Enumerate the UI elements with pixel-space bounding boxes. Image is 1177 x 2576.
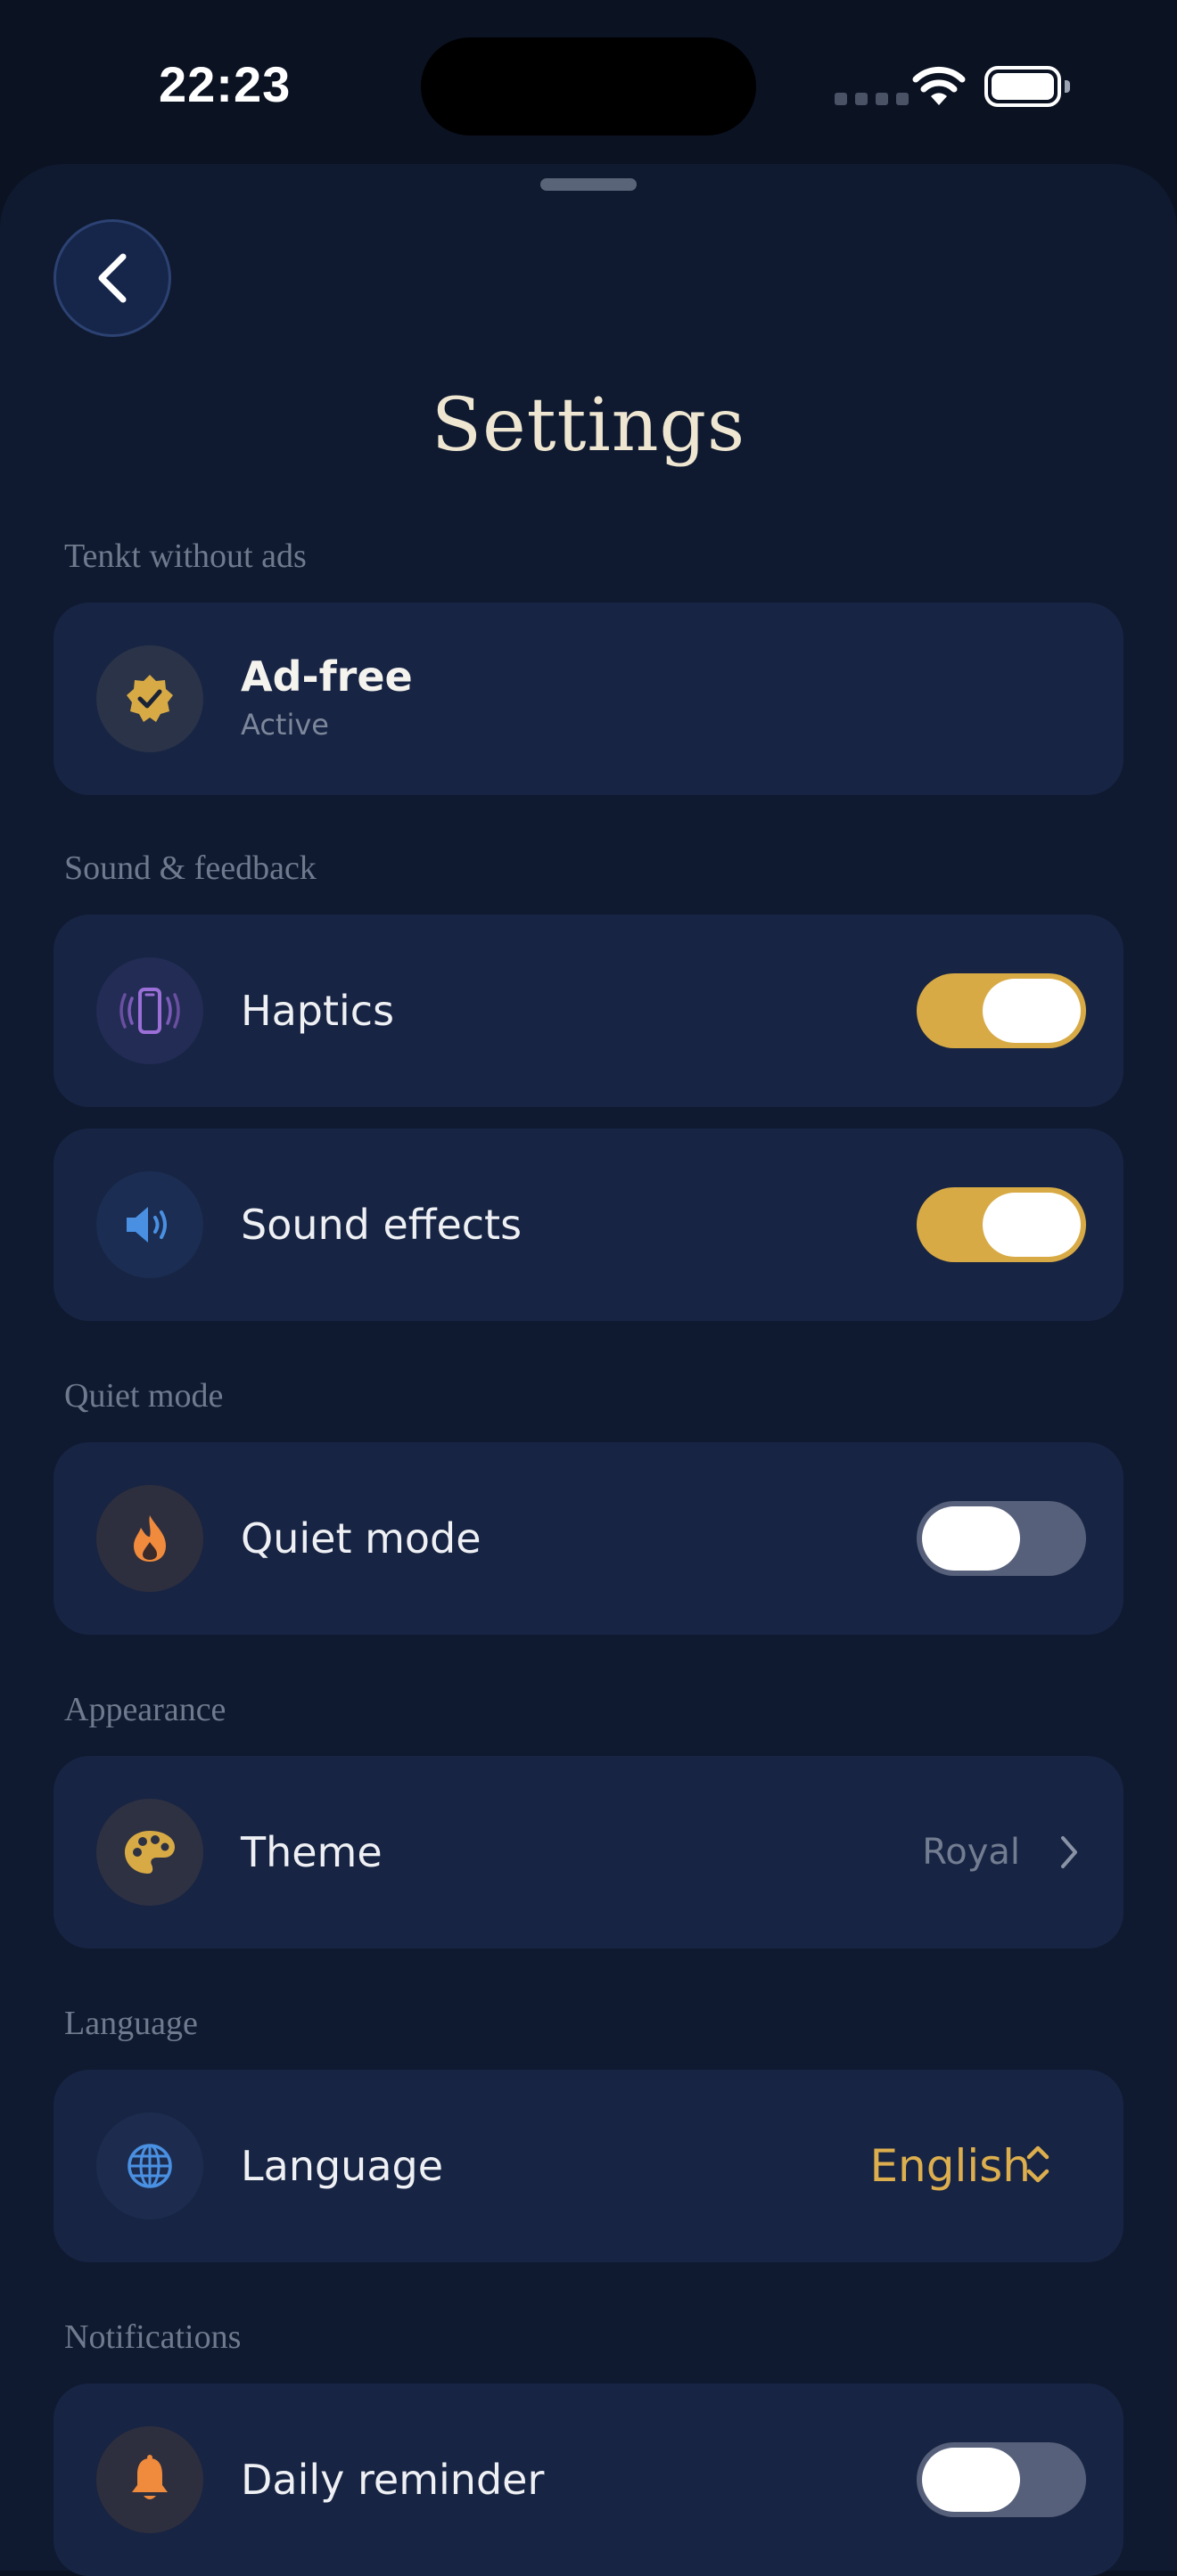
settings-sheet: Settings Tenkt without ads Ad-free Activ… [0, 164, 1177, 2576]
phone-vibrate-icon [119, 988, 180, 1034]
sheet-grabber[interactable] [540, 178, 637, 191]
cellular-signal-icon [835, 93, 909, 105]
dynamic-island [421, 37, 756, 135]
ad-free-card[interactable]: Ad-free Active [54, 603, 1124, 795]
sound-effects-row[interactable]: Sound effects [54, 1128, 1124, 1321]
status-time: 22:23 [159, 56, 292, 112]
status-bar: 22:23 [0, 0, 1177, 169]
section-label-notifications: Notifications [64, 2318, 242, 2356]
bell-icon [132, 2455, 168, 2499]
quiet-mode-label: Quiet mode [241, 1514, 482, 1563]
sound-effects-icon-circle [96, 1171, 203, 1278]
theme-value: Royal [922, 1832, 1020, 1873]
globe-icon [128, 2144, 172, 2188]
toggle-knob [983, 1193, 1081, 1257]
speaker-icon [127, 1207, 167, 1243]
daily-reminder-icon-circle [96, 2426, 203, 2533]
section-label-sound: Sound & feedback [64, 849, 317, 887]
language-label: Language [241, 2142, 444, 2190]
haptics-toggle[interactable] [917, 973, 1086, 1048]
theme-row[interactable]: Theme Royal [54, 1756, 1124, 1948]
section-label-quiet: Quiet mode [64, 1377, 224, 1415]
sound-effects-label: Sound effects [241, 1201, 523, 1249]
palette-icon [125, 1831, 175, 1874]
toggle-knob [983, 979, 1081, 1043]
ad-free-title: Ad-free [241, 652, 413, 701]
section-label-language: Language [64, 2005, 198, 2042]
theme-label: Theme [241, 1828, 383, 1876]
daily-reminder-row[interactable]: Daily reminder [54, 2383, 1124, 2576]
battery-icon [984, 66, 1070, 107]
verified-badge-icon [127, 675, 173, 722]
page-title: Settings [431, 383, 746, 468]
daily-reminder-label: Daily reminder [241, 2456, 545, 2504]
quiet-mode-row[interactable]: Quiet mode [54, 1442, 1124, 1635]
toggle-knob [922, 2448, 1020, 2512]
back-button[interactable] [54, 219, 171, 337]
flame-icon [134, 1515, 166, 1562]
theme-icon-circle [96, 1799, 203, 1906]
haptics-label: Haptics [241, 987, 395, 1035]
haptics-row[interactable]: Haptics [54, 915, 1124, 1107]
ad-free-icon-circle [96, 645, 203, 752]
daily-reminder-toggle[interactable] [917, 2442, 1086, 2517]
quiet-mode-icon-circle [96, 1485, 203, 1592]
chevron-right-icon [1061, 1836, 1077, 1868]
section-label-appearance: Appearance [64, 1691, 226, 1728]
wifi-icon [912, 66, 966, 105]
language-icon-circle [96, 2112, 203, 2219]
toggle-knob [922, 1506, 1020, 1571]
language-row[interactable]: Language English [54, 2070, 1124, 2262]
chevron-up-down-icon[interactable] [1024, 2137, 1052, 2191]
chevron-left-icon [98, 253, 127, 303]
section-label-ads: Tenkt without ads [64, 537, 307, 575]
ad-free-status: Active [241, 708, 329, 742]
sound-effects-toggle[interactable] [917, 1187, 1086, 1262]
quiet-mode-toggle[interactable] [917, 1501, 1086, 1576]
language-picker-value[interactable]: English [869, 2070, 1031, 2262]
haptics-icon-circle [96, 957, 203, 1064]
